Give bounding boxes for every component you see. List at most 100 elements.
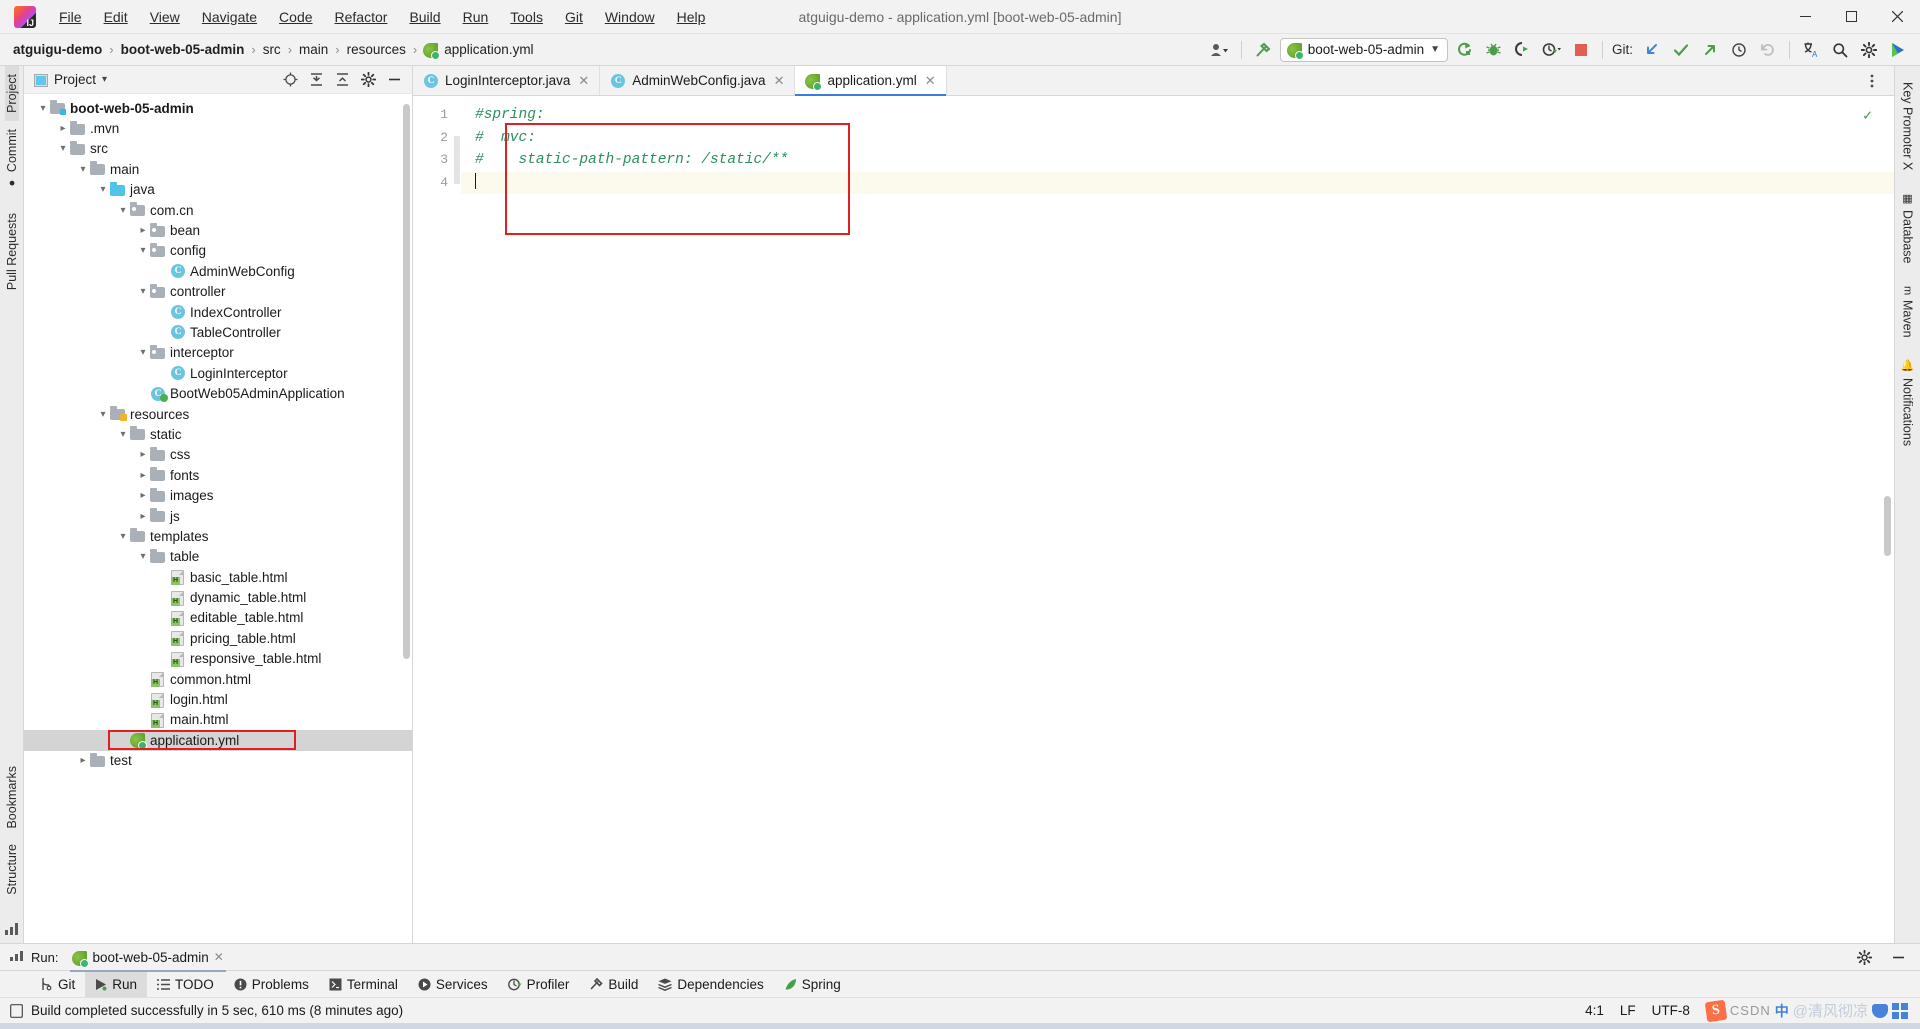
- hide-panel-icon[interactable]: [1886, 945, 1910, 969]
- tool-button-notifications[interactable]: 🔔 Notifications: [1901, 345, 1915, 454]
- tree-node-images[interactable]: ▸ images: [24, 485, 412, 505]
- git-push-icon[interactable]: [1698, 38, 1722, 62]
- breadcrumb-item-src[interactable]: src: [258, 40, 286, 59]
- locate-icon[interactable]: [278, 68, 302, 92]
- editor-scrollbar[interactable]: [1884, 496, 1891, 556]
- tree-node-indexcontroller[interactable]: C IndexController: [24, 302, 412, 322]
- tool-button-database[interactable]: ▦ Database: [1901, 178, 1915, 272]
- chevron-right-icon[interactable]: ▸: [136, 449, 150, 460]
- ide-eye-icon[interactable]: [1886, 38, 1910, 62]
- tree-node-adminwebconfig[interactable]: C AdminWebConfig: [24, 261, 412, 281]
- tree-node-application-yml[interactable]: application.yml: [24, 730, 412, 751]
- menu-help[interactable]: Help: [666, 5, 717, 29]
- chevron-right-icon[interactable]: ▸: [136, 225, 150, 236]
- tree-node-table[interactable]: ▾ table: [24, 547, 412, 567]
- tool-button-commit[interactable]: ● Commit: [5, 121, 19, 205]
- breadcrumb-item-file[interactable]: application.yml: [439, 40, 538, 59]
- profiler-icon[interactable]: [1540, 38, 1564, 62]
- tree-node-pricing-table-html[interactable]: pricing_table.html: [24, 628, 412, 648]
- tree-node-interceptor[interactable]: ▾ interceptor: [24, 343, 412, 363]
- stop-icon[interactable]: [1569, 38, 1593, 62]
- tool-button-build[interactable]: Build: [579, 971, 648, 997]
- tree-node-logininterceptor[interactable]: C LoginInterceptor: [24, 363, 412, 383]
- tool-button-todo[interactable]: TODO: [147, 971, 224, 997]
- tree-node-templates[interactable]: ▾ templates: [24, 526, 412, 546]
- chevron-down-icon[interactable]: ▾: [116, 531, 130, 542]
- settings-gear-icon[interactable]: [1852, 945, 1876, 969]
- menu-build[interactable]: Build: [398, 5, 451, 29]
- tree-node-src[interactable]: ▾ src: [24, 139, 412, 159]
- chevron-down-icon[interactable]: ▾: [136, 245, 150, 256]
- tool-button-spring[interactable]: Spring: [774, 971, 851, 997]
- tool-button-structure[interactable]: Structure: [5, 836, 19, 913]
- menu-bar[interactable]: File Edit View Navigate Code Refactor Bu…: [48, 5, 716, 29]
- tree-node-resources[interactable]: ▾ resources: [24, 404, 412, 424]
- tree-node-bean[interactable]: ▸ bean: [24, 220, 412, 240]
- tool-button-services[interactable]: Services: [408, 971, 498, 997]
- tab-application-yml[interactable]: application.yml ✕: [795, 66, 947, 96]
- rollback-icon[interactable]: [1756, 38, 1780, 62]
- tree-node-common-html[interactable]: common.html: [24, 669, 412, 689]
- menu-git[interactable]: Git: [554, 5, 594, 29]
- tree-node-main-html[interactable]: main.html: [24, 710, 412, 730]
- tree-node-css[interactable]: ▸ css: [24, 445, 412, 465]
- tree-node-main[interactable]: ▾ main: [24, 159, 412, 179]
- status-message[interactable]: Build completed successfully in 5 sec, 6…: [31, 1003, 403, 1018]
- tool-button-git[interactable]: Git: [30, 971, 85, 997]
- tree-node-config[interactable]: ▾ config: [24, 241, 412, 261]
- tool-button-maven[interactable]: m Maven: [1901, 272, 1915, 346]
- chevron-down-icon[interactable]: ▾: [36, 103, 50, 114]
- file-encoding[interactable]: UTF-8: [1652, 1003, 1690, 1018]
- tree-node-tablecontroller[interactable]: C TableController: [24, 322, 412, 342]
- chevron-down-icon[interactable]: ▾: [136, 286, 150, 297]
- tool-button-key-promoter[interactable]: Key Promoter X: [1901, 74, 1915, 178]
- menu-window[interactable]: Window: [594, 5, 666, 29]
- chevron-down-icon[interactable]: ▾: [76, 164, 90, 175]
- maximize-button[interactable]: [1828, 0, 1874, 33]
- tree-node-mvn[interactable]: ▸ .mvn: [24, 118, 412, 138]
- menu-run[interactable]: Run: [452, 5, 500, 29]
- translate-icon[interactable]: A: [1799, 38, 1823, 62]
- tree-node-editable-table-html[interactable]: editable_table.html: [24, 608, 412, 628]
- ime-indicator[interactable]: 中: [1775, 1001, 1789, 1021]
- inspection-status-icon[interactable]: ✓: [1863, 106, 1872, 125]
- menu-refactor[interactable]: Refactor: [324, 5, 399, 29]
- chevron-down-icon[interactable]: ▾: [116, 429, 130, 440]
- run-tab-boot-web-05-admin[interactable]: boot-web-05-admin ✕: [66, 947, 229, 972]
- chevron-down-icon[interactable]: ▾: [96, 409, 110, 420]
- breadcrumb-item-resources[interactable]: resources: [342, 40, 411, 59]
- tree-node-dynamic-table-html[interactable]: dynamic_table.html: [24, 587, 412, 607]
- tree-node-basic-table-html[interactable]: basic_table.html: [24, 567, 412, 587]
- chevron-down-icon[interactable]: ▾: [96, 184, 110, 195]
- caret-position[interactable]: 4:1: [1585, 1003, 1604, 1018]
- tree-node-java[interactable]: ▾ java: [24, 180, 412, 200]
- history-icon[interactable]: [1727, 38, 1751, 62]
- tab-adminwebconfig-java[interactable]: C AdminWebConfig.java ✕: [600, 66, 796, 95]
- close-icon[interactable]: ✕: [925, 73, 936, 89]
- tree-node-com-cn[interactable]: ▾ com.cn: [24, 200, 412, 220]
- chevron-right-icon[interactable]: ▸: [56, 123, 70, 134]
- chevron-down-icon[interactable]: ▾: [116, 205, 130, 216]
- run-with-coverage-icon[interactable]: [1511, 38, 1535, 62]
- tool-button-project[interactable]: Project: [4, 66, 19, 121]
- breadcrumb-item-project[interactable]: atguigu-demo: [8, 40, 107, 59]
- tree-node-bootweb05adminapplication[interactable]: C BootWeb05AdminApplication: [24, 383, 412, 403]
- tree-node-responsive-table-html[interactable]: responsive_table.html: [24, 649, 412, 669]
- tool-button-run[interactable]: Run: [85, 971, 148, 997]
- chevron-down-icon[interactable]: ▾: [136, 551, 150, 562]
- breadcrumb-item-main[interactable]: main: [294, 40, 333, 59]
- code-content[interactable]: #spring: # mvc: # static-path-pattern: /…: [461, 96, 1894, 943]
- tree-node-test[interactable]: ▸ test: [24, 751, 412, 771]
- close-icon[interactable]: ✕: [214, 950, 224, 964]
- tab-logininterceptor-java[interactable]: C LoginInterceptor.java ✕: [413, 66, 601, 95]
- chevron-down-icon[interactable]: ▾: [102, 74, 107, 85]
- line-separator[interactable]: LF: [1620, 1003, 1636, 1018]
- hide-panel-icon[interactable]: [382, 68, 406, 92]
- run-configuration-selector[interactable]: boot-web-05-admin ▼: [1279, 37, 1448, 62]
- chevron-right-icon[interactable]: ▸: [136, 490, 150, 501]
- git-update-icon[interactable]: [1640, 38, 1664, 62]
- more-vertical-icon[interactable]: [1860, 69, 1884, 93]
- menu-edit[interactable]: Edit: [93, 5, 139, 29]
- tree-node-js[interactable]: ▸ js: [24, 506, 412, 526]
- project-tree[interactable]: ▾ boot-web-05-admin ▸ .mvn ▾ src ▾ main ▾ java ▾ co…: [24, 94, 412, 943]
